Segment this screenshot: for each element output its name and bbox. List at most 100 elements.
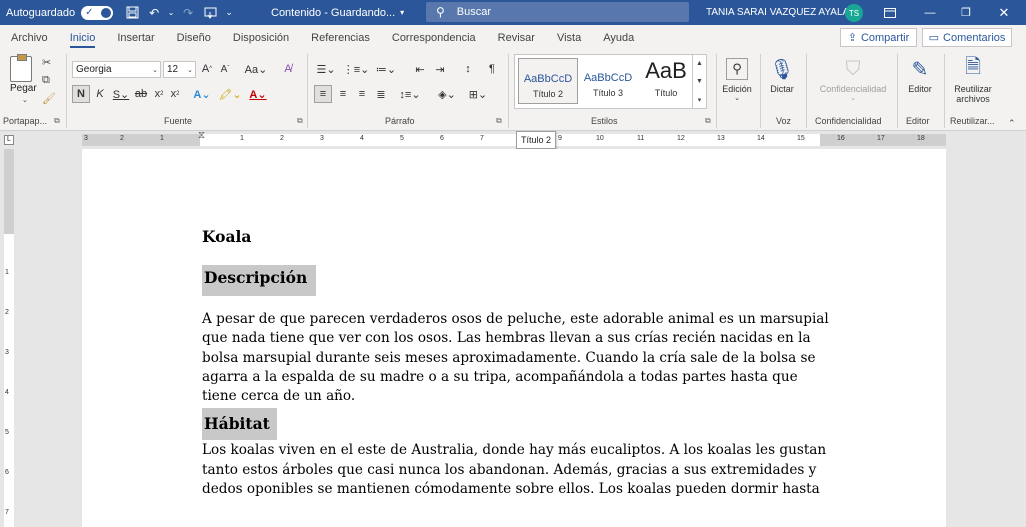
- ribbon: Pegar ⌄ ✂ ⧉ 🖌 Portapap... ⧉ Georgia ⌄ 12 ⌄…: [0, 50, 1026, 131]
- line-spacing-icon[interactable]: ↕≡⌄: [398, 85, 422, 103]
- horizontal-ruler[interactable]: 3 2 1 1 2 3 4 5 6 7 9 10 11 12 13 14 15 16 17 18: [82, 134, 946, 146]
- font-size-combo[interactable]: 12 ⌄: [163, 61, 196, 78]
- redo-icon[interactable]: ↷: [177, 0, 199, 25]
- document-page[interactable]: Koala Descripción A pesar de que parecen…: [82, 149, 946, 527]
- share-button[interactable]: ⇪ Compartir: [840, 28, 917, 47]
- strikethrough-button[interactable]: ab: [133, 85, 149, 103]
- sort-icon[interactable]: ↕: [460, 60, 476, 78]
- tab-insertar[interactable]: Insertar: [106, 25, 165, 50]
- comments-button[interactable]: ▭ Comentarios: [922, 28, 1012, 47]
- ribbon-display-options-icon[interactable]: [872, 0, 908, 25]
- chevron-down-icon[interactable]: ▼: [696, 78, 703, 85]
- chevron-down-icon[interactable]: ⌄: [165, 0, 177, 25]
- document-title[interactable]: Contenido - Guardando... ▾: [271, 0, 404, 25]
- undo-icon[interactable]: ↶: [143, 0, 165, 25]
- increase-indent-icon[interactable]: ⇥: [432, 60, 448, 78]
- reutilizar-button[interactable]: 🗎 Reutilizar archivos: [948, 54, 998, 104]
- search-box[interactable]: ⚲ Buscar: [426, 2, 689, 22]
- cut-icon[interactable]: ✂: [42, 56, 51, 69]
- borders-icon[interactable]: ⊞⌄: [466, 85, 490, 103]
- ruler-number: 1: [5, 269, 9, 276]
- document-body[interactable]: Koala Descripción A pesar de que parecen…: [202, 227, 832, 499]
- styles-scroll[interactable]: ▲ ▼ ▾: [692, 54, 706, 109]
- font-name-combo[interactable]: Georgia ⌄: [72, 61, 161, 78]
- tab-correspondencia[interactable]: Correspondencia: [381, 25, 487, 50]
- customize-toolbar-icon[interactable]: ⌄: [221, 0, 237, 25]
- ruler-number: 11: [637, 135, 645, 142]
- ribbon-tabs: Archivo Inicio Insertar Diseño Disposici…: [0, 25, 1026, 50]
- clear-formatting-icon[interactable]: A̸: [280, 60, 296, 78]
- chevron-down-icon: ⌄: [152, 66, 158, 74]
- collapse-ribbon-icon[interactable]: ⌃: [1008, 118, 1016, 129]
- search-icon: ⚲: [720, 54, 754, 84]
- editor-button[interactable]: ✎ Editor: [900, 54, 940, 95]
- style-titulo[interactable]: AaB Título: [636, 58, 696, 104]
- confidencialidad-button[interactable]: ⛉ Confidencialidad ⌄: [812, 54, 894, 103]
- style-titulo-3[interactable]: AaBbCcD Título 3: [578, 58, 638, 104]
- grow-font-icon[interactable]: A ^: [200, 60, 214, 78]
- paste-icon[interactable]: [10, 54, 32, 82]
- shrink-font-icon[interactable]: Aˇ: [218, 60, 232, 78]
- avatar[interactable]: TS: [845, 4, 863, 22]
- show-marks-icon[interactable]: ¶: [485, 60, 499, 78]
- tab-archivo[interactable]: Archivo: [0, 25, 59, 50]
- italic-button[interactable]: K: [94, 85, 106, 103]
- indent-marker-icon[interactable]: ⧖: [198, 130, 205, 141]
- autosave-toggle[interactable]: ✓: [81, 5, 114, 20]
- tab-revisar[interactable]: Revisar: [487, 25, 546, 50]
- chevron-up-icon[interactable]: ▲: [696, 60, 703, 67]
- minimize-icon[interactable]: —: [912, 0, 948, 25]
- bullets-icon[interactable]: ☰⌄: [314, 60, 338, 78]
- save-icon[interactable]: [121, 0, 143, 25]
- edicion-button[interactable]: ⚲ Edición ⌄: [720, 54, 754, 102]
- align-left-button[interactable]: ≡: [314, 85, 332, 103]
- font-color-icon[interactable]: A⌄: [246, 85, 270, 103]
- dialog-launcher-icon[interactable]: ⧉: [705, 116, 711, 126]
- style-titulo-2[interactable]: AaBbCcD Título 2: [518, 58, 578, 104]
- underline-button[interactable]: S⌄: [112, 85, 130, 103]
- close-icon[interactable]: ✕: [986, 0, 1022, 25]
- align-right-button[interactable]: ≡: [354, 85, 370, 103]
- chevron-down-icon[interactable]: ⌄: [22, 96, 28, 104]
- text-effects-icon[interactable]: A⌄: [190, 85, 214, 103]
- ruler-number: 13: [717, 135, 725, 142]
- dialog-launcher-icon[interactable]: ⧉: [297, 116, 303, 126]
- tab-vista[interactable]: Vista: [546, 25, 592, 50]
- tab-selector[interactable]: L: [4, 135, 14, 145]
- decrease-indent-icon[interactable]: ⇤: [412, 60, 428, 78]
- subscript-button[interactable]: x2: [152, 85, 166, 103]
- dialog-launcher-icon[interactable]: ⧉: [496, 116, 502, 126]
- shading-icon[interactable]: ◈⌄: [435, 85, 459, 103]
- copy-icon[interactable]: ⧉: [42, 74, 50, 87]
- tab-diseno[interactable]: Diseño: [166, 25, 222, 50]
- bold-button[interactable]: N: [72, 85, 90, 103]
- superscript-button[interactable]: x2: [168, 85, 182, 103]
- restore-icon[interactable]: ❐: [948, 0, 984, 25]
- paragraph[interactable]: A pesar de que parecen verdaderos osos d…: [202, 310, 832, 406]
- tab-referencias[interactable]: Referencias: [300, 25, 381, 50]
- highlight-icon[interactable]: 🖍⌄: [218, 85, 242, 103]
- multilevel-list-icon[interactable]: ≔⌄: [374, 60, 398, 78]
- dictar-button[interactable]: 🎙 Dictar: [764, 54, 800, 95]
- chevron-down-icon: ⌄: [187, 66, 193, 74]
- vertical-ruler[interactable]: 1 2 3 4 5 6 7: [4, 149, 14, 527]
- user-name[interactable]: TANIA SARAI VAZQUEZ AYALA: [706, 0, 849, 25]
- document-heading[interactable]: Koala: [202, 227, 832, 249]
- change-case-icon[interactable]: Aa⌄: [245, 60, 268, 78]
- align-center-button[interactable]: ≡: [335, 85, 351, 103]
- tab-inicio[interactable]: Inicio: [59, 25, 107, 50]
- format-painter-icon[interactable]: 🖌: [42, 92, 56, 105]
- paste-button-label[interactable]: Pegar: [10, 83, 37, 94]
- ruler-number: 3: [320, 135, 324, 142]
- more-styles-icon[interactable]: ▾: [698, 96, 702, 104]
- tab-disposicion[interactable]: Disposición: [222, 25, 300, 50]
- dialog-launcher-icon[interactable]: ⧉: [54, 116, 60, 126]
- numbering-icon[interactable]: ⋮≡⌄: [343, 60, 370, 78]
- justify-button[interactable]: ≣: [373, 85, 389, 103]
- autosave-label: Autoguardado: [6, 6, 76, 19]
- touch-mode-icon[interactable]: [199, 0, 221, 25]
- section-heading[interactable]: Descripción: [202, 265, 316, 296]
- section-heading[interactable]: Hábitat: [202, 408, 277, 441]
- tab-ayuda[interactable]: Ayuda: [592, 25, 645, 50]
- paragraph[interactable]: Los koalas viven en el este de Australia…: [202, 441, 832, 499]
